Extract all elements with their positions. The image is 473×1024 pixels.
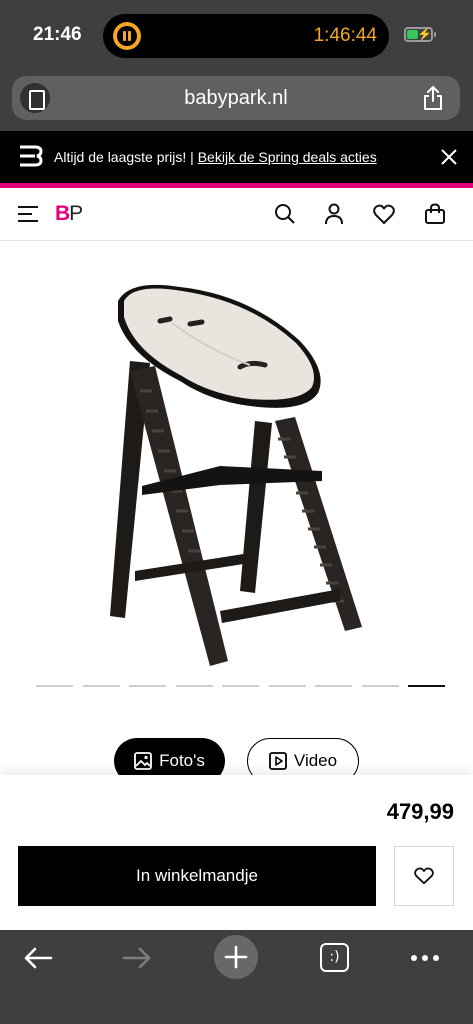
dynamic-island[interactable]: 1:46:44 — [103, 14, 389, 58]
share-icon[interactable] — [422, 85, 444, 111]
timer-pause-icon — [113, 22, 141, 50]
promo-text: Altijd de laagste prijs! | Bekijk de Spr… — [54, 149, 377, 165]
logo-p: P — [69, 202, 83, 225]
browser-toolbar: :) — [0, 930, 473, 1024]
product-image-high-chair[interactable] — [100, 281, 370, 671]
site-logo[interactable]: BP — [55, 202, 83, 226]
logo-b: B — [55, 202, 70, 225]
site-header: BP — [0, 188, 473, 241]
close-icon[interactable] — [441, 149, 457, 165]
timer-readout: 1:46:44 — [313, 25, 377, 46]
tabs-button[interactable]: :) — [320, 943, 349, 972]
promo-message: Altijd de laagste prijs! | — [54, 149, 198, 165]
url-text[interactable]: babypark.nl — [12, 87, 460, 110]
brand-mark-icon — [20, 145, 43, 167]
back-arrow-icon[interactable] — [23, 946, 53, 970]
promo-link[interactable]: Bekijk de Spring deals acties — [198, 149, 377, 165]
new-tab-plus-icon[interactable] — [214, 935, 258, 979]
gallery-dot[interactable] — [175, 685, 213, 687]
gallery-dot[interactable] — [36, 685, 73, 687]
more-icon[interactable] — [410, 954, 440, 962]
promo-banner: Altijd de laagste prijs! | Bekijk de Spr… — [0, 131, 473, 183]
image-icon — [134, 752, 153, 770]
clock: 21:46 — [33, 24, 82, 45]
gallery-dot[interactable] — [361, 685, 399, 687]
browser-address-area: babypark.nl — [0, 72, 473, 131]
address-bar[interactable]: babypark.nl — [12, 76, 460, 120]
gallery-dot[interactable] — [268, 685, 306, 687]
video-button[interactable]: Video — [247, 738, 359, 775]
photos-button[interactable]: Foto's — [114, 738, 225, 775]
product-gallery: Foto's Video — [0, 241, 473, 775]
battery-icon: ⚡ — [404, 27, 436, 42]
product-price: 479,99 — [386, 799, 454, 824]
account-icon[interactable] — [323, 203, 345, 225]
gallery-dot[interactable] — [222, 685, 259, 687]
photos-button-label: Foto's — [159, 751, 205, 770]
search-icon[interactable] — [274, 203, 296, 225]
menu-icon[interactable] — [18, 205, 38, 223]
forward-arrow-icon[interactable] — [122, 946, 152, 970]
gallery-dot[interactable] — [315, 685, 352, 687]
status-bar: 21:46 1:46:44 ⚡ — [0, 0, 473, 72]
gallery-pagination — [36, 685, 445, 687]
video-button-label: Video — [293, 751, 338, 770]
heart-icon[interactable] — [373, 203, 395, 225]
play-icon — [269, 752, 287, 770]
gallery-dot[interactable] — [82, 685, 120, 687]
bag-icon[interactable] — [424, 203, 446, 225]
gallery-dot[interactable] — [129, 685, 166, 687]
buy-panel: 479,99 In winkelmandje — [0, 775, 473, 930]
add-to-cart-button[interactable]: In winkelmandje — [18, 846, 376, 906]
gallery-dot-active[interactable] — [408, 685, 445, 687]
heart-icon — [414, 867, 434, 885]
wishlist-button[interactable] — [394, 846, 454, 906]
